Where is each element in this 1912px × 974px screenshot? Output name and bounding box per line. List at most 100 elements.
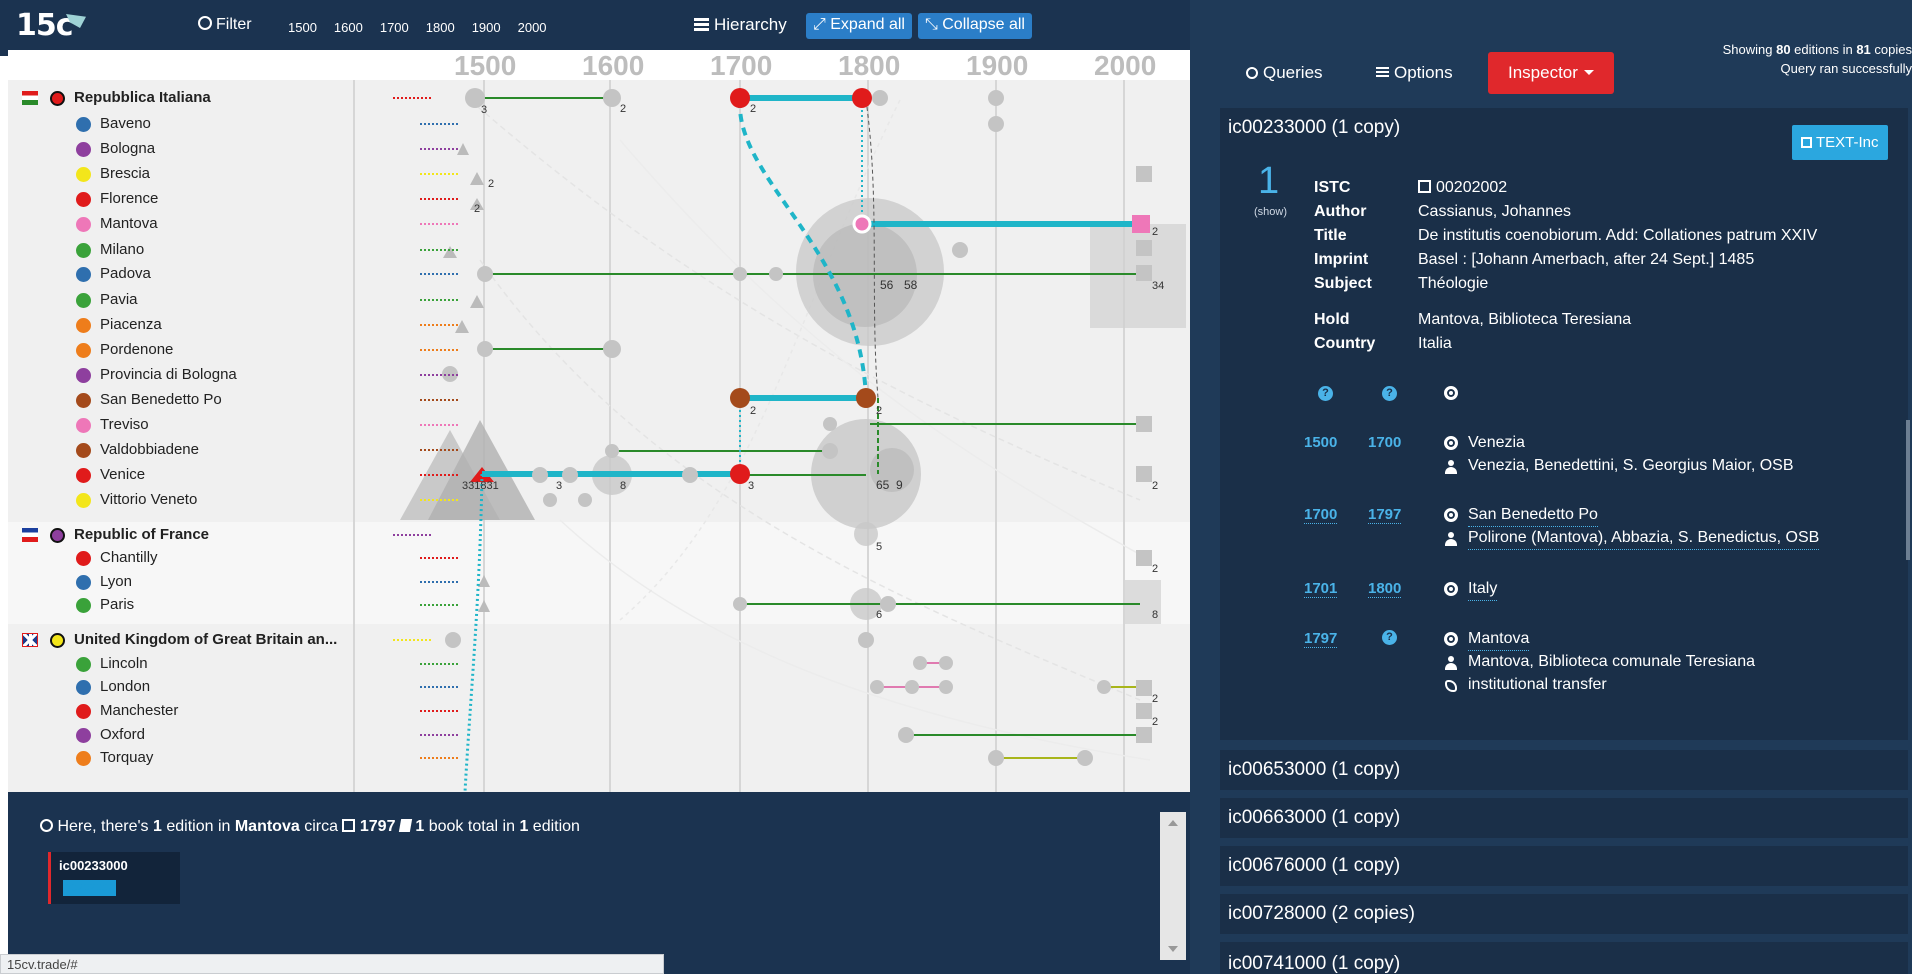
- san-benedetto-1700-marker[interactable]: [730, 388, 750, 408]
- summary-text: Here, there's: [57, 818, 153, 835]
- venice-1700-marker[interactable]: [730, 464, 750, 484]
- panel-scrollbar[interactable]: [1906, 420, 1910, 560]
- scroll-down-icon[interactable]: [1168, 946, 1178, 952]
- istc-number: 00202002: [1436, 179, 1508, 196]
- provenance-from[interactable]: 1797: [1304, 630, 1338, 648]
- status-text: editions in: [1790, 42, 1857, 57]
- axis-label-1600: 1600: [582, 50, 645, 81]
- provenance-to[interactable]: 1800: [1368, 580, 1402, 598]
- san-benedetto-1800-marker[interactable]: [856, 388, 876, 408]
- provenance-from[interactable]: 1701: [1304, 580, 1338, 598]
- question-icon[interactable]: ?: [1382, 386, 1397, 401]
- edition-card[interactable]: ic00233000 00202002: [48, 852, 180, 904]
- count-label: 2: [750, 103, 756, 115]
- tab-inspector[interactable]: Inspector: [1488, 52, 1614, 94]
- florence-1800-marker[interactable]: [852, 88, 872, 108]
- country-value: Italia: [1418, 335, 1452, 352]
- entity-color-dot: [76, 728, 91, 743]
- globe-icon: [1444, 508, 1458, 522]
- globe-icon: [1444, 436, 1458, 450]
- title-label: Title: [1314, 227, 1347, 244]
- status-text: Showing: [1722, 42, 1777, 57]
- provenance-owner[interactable]: Polirone (Mantova), Abbazia, S. Benedict…: [1468, 527, 1820, 550]
- entity-label[interactable]: Chantilly: [100, 549, 158, 566]
- entity-color-dot: [76, 117, 91, 132]
- florence-1700-marker[interactable]: [730, 88, 750, 108]
- record-card[interactable]: ic00676000 (1 copy): [1220, 846, 1908, 886]
- count-label: 2: [1152, 716, 1158, 728]
- provenance-from[interactable]: 1500: [1304, 434, 1337, 451]
- tab-queries[interactable]: Queries: [1246, 52, 1323, 94]
- flag-icon-it: [22, 91, 38, 105]
- entity-label[interactable]: Venice: [100, 466, 145, 483]
- entity-label[interactable]: Florence: [100, 190, 158, 207]
- entity-label[interactable]: Bologna: [100, 140, 155, 157]
- entity-color-dot: [76, 657, 91, 672]
- scroll-up-icon[interactable]: [1168, 820, 1178, 826]
- entity-color-dot: [76, 217, 91, 232]
- provenance-to[interactable]: 1797: [1368, 506, 1402, 524]
- record-card[interactable]: ic00653000 (1 copy): [1220, 750, 1908, 790]
- entity-label[interactable]: San Benedetto Po: [100, 391, 222, 408]
- entity-label[interactable]: Pavia: [100, 291, 138, 308]
- entity-label[interactable]: Provincia di Bologna: [100, 366, 237, 383]
- provenance-from[interactable]: 1700: [1304, 506, 1338, 524]
- entity-label[interactable]: Oxford: [100, 726, 145, 743]
- question-icon[interactable]: ?: [1318, 386, 1333, 401]
- edition-card-istc[interactable]: 00202002: [63, 880, 116, 896]
- count-label: 58: [904, 278, 918, 292]
- summary-text: book total in: [424, 818, 520, 835]
- entity-color-dot: [76, 704, 91, 719]
- entity-label[interactable]: Treviso: [100, 416, 149, 433]
- flag-icon-uk: [22, 633, 38, 647]
- entity-label[interactable]: Paris: [100, 596, 134, 613]
- show-copies-link[interactable]: (show): [1254, 206, 1287, 218]
- external-link-icon: [1418, 180, 1431, 193]
- entity-label[interactable]: Padova: [100, 265, 151, 282]
- mantova-selected-marker[interactable]: [852, 214, 872, 234]
- entity-label[interactable]: Manchester: [100, 702, 178, 719]
- record-card[interactable]: ic00728000 (2 copies): [1220, 894, 1908, 934]
- footer-scrollbar[interactable]: [1160, 812, 1186, 960]
- entity-label[interactable]: Lyon: [100, 573, 132, 590]
- mantova-2000-marker[interactable]: [1132, 215, 1150, 233]
- entity-label[interactable]: Torquay: [100, 749, 153, 766]
- entity-color-dot: [76, 192, 91, 207]
- entity-label[interactable]: Brescia: [100, 165, 150, 182]
- entity-color-dot: [76, 142, 91, 157]
- istc-value[interactable]: 00202002: [1418, 176, 1507, 200]
- entity-label[interactable]: Pordenone: [100, 341, 173, 358]
- provenance-place[interactable]: San Benedetto Po: [1468, 504, 1598, 527]
- entity-label[interactable]: Valdobbiadene: [100, 441, 199, 458]
- istc-label: ISTC: [1314, 179, 1351, 196]
- count-label: 3: [748, 480, 754, 492]
- entity-label[interactable]: London: [100, 678, 150, 695]
- selection-summary: Here, there's 1 edition in Mantova circa…: [40, 818, 580, 836]
- text-inc-button[interactable]: TEXT-Inc: [1792, 125, 1888, 160]
- entity-label[interactable]: Republic of France: [74, 526, 209, 543]
- record-card[interactable]: ic00663000 (1 copy): [1220, 798, 1908, 838]
- entity-color-dot: [76, 368, 91, 383]
- query-status: Showing 80 editions in 81 copies Query r…: [1723, 40, 1912, 78]
- provenance-place[interactable]: Italy: [1468, 578, 1498, 601]
- hold-label: Hold: [1314, 311, 1350, 328]
- entity-label[interactable]: Piacenza: [100, 316, 162, 333]
- entity-label[interactable]: United Kingdom of Great Britain an...: [74, 631, 337, 648]
- hold-value: Mantova, Biblioteca Teresiana: [1418, 311, 1632, 328]
- entity-label[interactable]: Baveno: [100, 115, 151, 132]
- summary-books: 1: [415, 818, 425, 835]
- record-card[interactable]: ic00741000 (1 copy): [1220, 942, 1908, 974]
- entity-label[interactable]: Lincoln: [100, 655, 148, 672]
- question-icon[interactable]: ?: [1382, 630, 1397, 645]
- subject-value: Théologie: [1418, 275, 1489, 292]
- entity-label[interactable]: Repubblica Italiana: [74, 89, 211, 106]
- count-label: 2: [474, 203, 480, 215]
- tab-options[interactable]: Options: [1376, 52, 1453, 94]
- entity-label[interactable]: Mantova: [100, 215, 158, 232]
- entity-label[interactable]: Milano: [100, 241, 144, 258]
- inspector-panel: Queries Options Inspector Showing 80 edi…: [1220, 0, 1912, 974]
- entity-label[interactable]: Vittorio Veneto: [100, 491, 197, 508]
- provenance-place[interactable]: Mantova: [1468, 628, 1530, 651]
- entity-color-dot: [76, 468, 91, 483]
- provenance-to[interactable]: 1700: [1368, 434, 1401, 451]
